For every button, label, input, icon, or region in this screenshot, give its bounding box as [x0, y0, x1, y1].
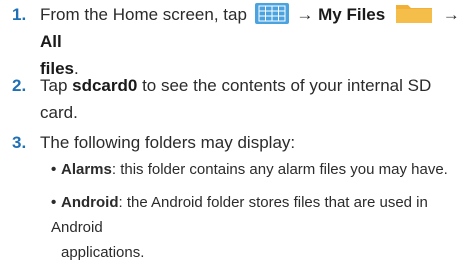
- arrow: →: [296, 5, 314, 24]
- step-lead: From the Home screen, tap: [40, 5, 247, 24]
- step-rest-2: card.: [40, 103, 78, 122]
- sdcard-label: sdcard0: [72, 76, 138, 95]
- step-text: The following folders may display:: [40, 133, 296, 152]
- all-files-label-a: All: [40, 32, 62, 51]
- apps-grid-icon: [254, 3, 289, 24]
- step-text: From the Home screen, tap → My Files → A…: [40, 1, 465, 82]
- folder-term: Android: [61, 194, 119, 211]
- folder-icon: [394, 3, 434, 25]
- arrow: →: [442, 5, 460, 24]
- bullet-dot: •: [51, 194, 57, 211]
- step-number: 1.: [12, 5, 27, 24]
- step-lead: Tap: [40, 76, 73, 95]
- folder-desc: : this folder contains any alarm files y…: [111, 161, 448, 178]
- folder-desc-cont: applications.: [61, 244, 145, 261]
- list-item: • Android: the Android folder stores file…: [51, 190, 471, 265]
- folder-term: Alarms: [61, 161, 112, 178]
- bullet-dot: •: [51, 161, 57, 178]
- list-item: • Alarms: this folder contains any alarm …: [51, 157, 471, 182]
- step-number: 2.: [12, 76, 27, 95]
- my-files-label: My Files: [318, 5, 386, 24]
- step-text: Tap sdcard0 to see the contents of your …: [40, 72, 465, 126]
- step-rest-1: to see the contents of your internal SD: [137, 76, 432, 95]
- step-number: 3.: [12, 133, 27, 152]
